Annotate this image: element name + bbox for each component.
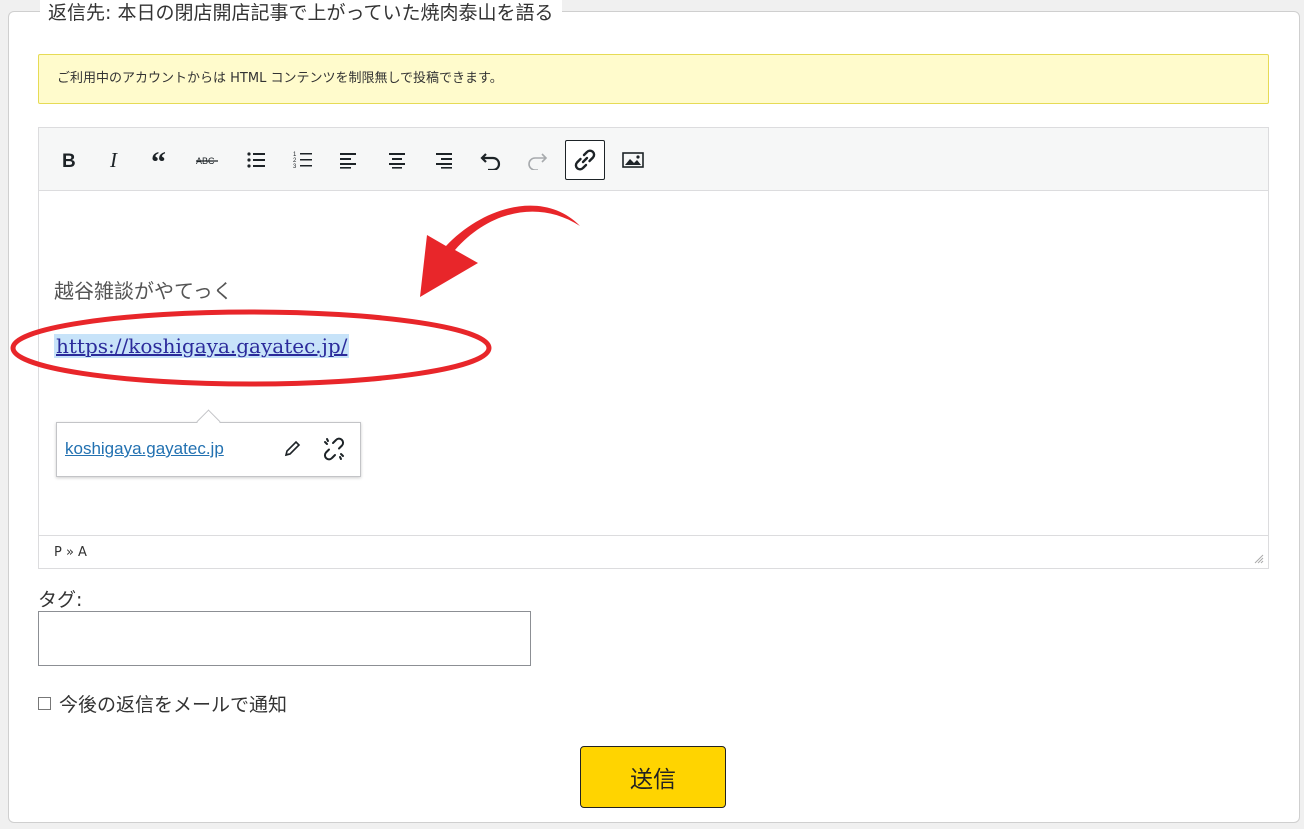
notify-checkbox[interactable] — [38, 697, 51, 710]
rich-text-editor: B I “ ABC 123 越谷雑談がやてっく https://koshigay… — [38, 127, 1269, 569]
undo-button[interactable] — [472, 141, 510, 179]
align-left-icon — [340, 153, 356, 169]
unlink-icon — [323, 437, 345, 461]
pencil-icon — [284, 440, 301, 457]
bullet-list-button[interactable] — [237, 141, 275, 179]
quote-icon: “ — [151, 150, 166, 170]
align-center-button[interactable] — [378, 141, 416, 179]
align-right-icon — [436, 153, 452, 169]
notify-label: 今後の返信をメールで通知 — [59, 694, 288, 716]
editor-toolbar: B I “ ABC 123 — [39, 128, 1268, 191]
svg-text:3: 3 — [293, 164, 297, 170]
align-left-button[interactable] — [330, 141, 368, 179]
tags-label: タグ: — [38, 589, 83, 611]
blockquote-button[interactable]: “ — [142, 141, 180, 179]
element-path: P » A — [54, 545, 87, 560]
strikethrough-icon: ABC — [196, 156, 218, 166]
tags-input[interactable] — [38, 611, 531, 666]
submit-button[interactable]: 送信 — [580, 746, 726, 808]
html-notice: ご利用中のアカウントからは HTML コンテンツを制限無しで投稿できます。 — [38, 54, 1269, 104]
resize-grip-icon[interactable] — [1254, 554, 1264, 564]
popup-link-url[interactable]: koshigaya.gayatec.jp — [65, 439, 224, 459]
editor-paragraph: 越谷雑談がやてっく — [54, 279, 233, 303]
bold-icon: B — [62, 151, 76, 170]
redo-button[interactable] — [518, 141, 556, 179]
editor-statusbar: P » A — [39, 535, 1268, 568]
numbered-list-button[interactable]: 123 — [284, 141, 322, 179]
svg-text:“: “ — [151, 150, 166, 170]
editor-content-area[interactable]: 越谷雑談がやてっく https://koshigaya.gayatec.jp/ … — [39, 191, 1268, 534]
link-toolbar-popup: koshigaya.gayatec.jp — [56, 422, 361, 477]
italic-icon: I — [109, 150, 118, 170]
reply-to-legend: 返信先: 本日の閉店開店記事で上がっていた焼肉泰山を語る — [40, 0, 562, 26]
insert-link-button[interactable] — [565, 140, 605, 180]
remove-link-button[interactable] — [321, 436, 347, 462]
align-center-icon — [389, 153, 405, 169]
align-right-button[interactable] — [424, 141, 462, 179]
strikethrough-button[interactable]: ABC — [188, 141, 226, 179]
editor-link[interactable]: https://koshigaya.gayatec.jp/ — [54, 334, 350, 358]
insert-image-button[interactable] — [614, 141, 652, 179]
numbered-list-icon: 123 — [293, 152, 312, 170]
undo-icon — [480, 153, 501, 170]
svg-text:I: I — [109, 150, 118, 170]
bullet-list-icon — [247, 152, 265, 168]
bold-button[interactable]: B — [49, 141, 87, 179]
image-icon — [622, 152, 644, 168]
link-icon — [574, 149, 596, 171]
redo-icon — [528, 153, 548, 170]
edit-link-button[interactable] — [279, 436, 305, 462]
notify-option[interactable]: 今後の返信をメールで通知 — [38, 690, 287, 717]
italic-button[interactable]: I — [96, 141, 134, 179]
svg-text:B: B — [62, 151, 76, 170]
